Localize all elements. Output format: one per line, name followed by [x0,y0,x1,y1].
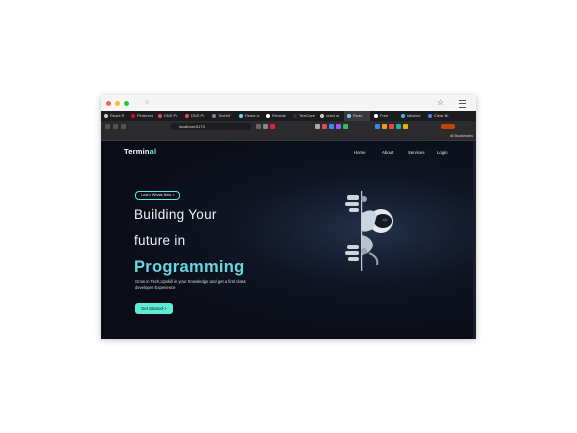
lock-icon: ○ [144,99,150,106]
nav-login[interactable]: Login [437,150,448,155]
tab-label: Revealt [272,113,286,118]
extension-icon[interactable] [270,124,275,129]
hero-heading-line-1: Building Your [134,207,217,222]
tab-label: Free [380,113,389,118]
maximize-window-button[interactable] [124,101,129,106]
landing-page: Terminal Home About Services Login Learn… [101,141,476,339]
tab-favicon-icon [293,114,297,118]
browser-tab[interactable]: Pinterest [128,111,154,121]
tab-favicon-icon [185,114,189,118]
browser-tab[interactable]: React Ic [236,111,262,121]
tab-label: React R [110,113,125,118]
browser-toolbar: localhost:5173 [101,121,476,132]
tab-favicon-icon [212,114,216,118]
hero-heading-accent: Programming [134,258,245,276]
extension-icon[interactable] [315,124,320,129]
reload-icon[interactable] [121,124,126,129]
window-chrome: ○ ☆ [101,95,476,112]
extension-icon[interactable] [375,124,380,129]
tab-label: DNS Pr [164,113,178,118]
address-bar[interactable]: localhost:5173 [171,123,251,130]
extension-icon[interactable] [382,124,387,129]
tab-favicon-icon [158,114,162,118]
tab-favicon-icon [131,114,135,118]
page-scrollbar[interactable] [473,141,476,339]
back-icon[interactable] [105,124,110,129]
nav-home[interactable]: Home [354,150,365,155]
tab-label: TechKf [218,113,231,118]
learn-whats-new-pill[interactable]: Learn Whats New > [135,191,181,200]
tab-favicon-icon [374,114,378,118]
extension-icon[interactable] [343,124,348,129]
get-started-button[interactable]: Get Started > [135,303,173,314]
tab-label: DNS Pr [191,113,205,118]
browser-tab[interactable]: DNS Pr [155,111,181,121]
url-text: localhost:5173 [179,124,205,129]
logo-text: Termin [124,147,150,156]
tab-favicon-icon [401,114,405,118]
tab-favicon-icon [347,114,351,118]
tab-favicon-icon [266,114,270,118]
extension-icon[interactable] [256,124,261,129]
tab-favicon-icon [104,114,108,118]
site-logo[interactable]: Terminal [124,147,156,156]
tab-label: Reac [353,113,363,118]
tab-favicon-icon [239,114,243,118]
browser-tab[interactable]: tailwind [398,111,424,121]
browser-tab[interactable]: Reac [344,111,370,121]
tab-strip: React R Pinterest DNS Pr DNS Pr TechKf React … [101,111,476,121]
tab-label: tailwind [407,113,421,118]
browser-tab[interactable]: Clear Br [425,111,451,121]
tab-label: react ut [326,113,340,118]
logo-accent-text: al [149,147,157,156]
browser-window: ○ ☆ React R Pinterest DNS Pr DNS Pr TechKf Re… [101,95,476,339]
extension-icon[interactable] [396,124,401,129]
browser-tab[interactable]: TechKf [209,111,235,121]
browser-tab[interactable]: react ut [317,111,343,121]
menu-icon[interactable] [459,100,466,108]
extension-icon[interactable] [329,124,334,129]
minimize-window-button[interactable] [115,101,120,106]
nav-about[interactable]: About [382,150,393,155]
hero-description: Grow in Tech,Upskill in your Knowledge a… [135,279,246,290]
tab-label: TextCare [299,113,315,118]
extension-icon[interactable] [263,124,268,129]
browser-tab[interactable]: Revealt [263,111,289,121]
tab-label: Pinterest [137,113,153,118]
hero-heading-line-2: future in [134,233,186,248]
nav-services[interactable]: Services [408,150,424,155]
tab-favicon-icon [428,114,432,118]
extension-icon[interactable] [389,124,394,129]
tab-label: React Ic [245,113,260,118]
star-icon[interactable]: ☆ [437,98,444,108]
browser-tab[interactable]: Free [371,111,397,121]
bookmarks-bar: React Native PaperChatGPTRemixlocalserve… [101,132,476,141]
extension-icon[interactable] [322,124,327,129]
browser-tab[interactable]: React R [101,111,127,121]
robot-illustration [345,191,393,271]
extension-icon[interactable] [403,124,408,129]
tab-favicon-icon [320,114,324,118]
close-window-button[interactable] [106,101,111,106]
extension-icon[interactable] [336,124,341,129]
tab-label: Clear Br [434,113,449,118]
forward-icon[interactable] [113,124,118,129]
browser-tab[interactable]: DNS Pr [182,111,208,121]
all-bookmarks-link[interactable]: All Bookmarks [450,132,473,140]
browser-tab[interactable]: TextCare [290,111,316,121]
update-button[interactable] [441,124,455,129]
